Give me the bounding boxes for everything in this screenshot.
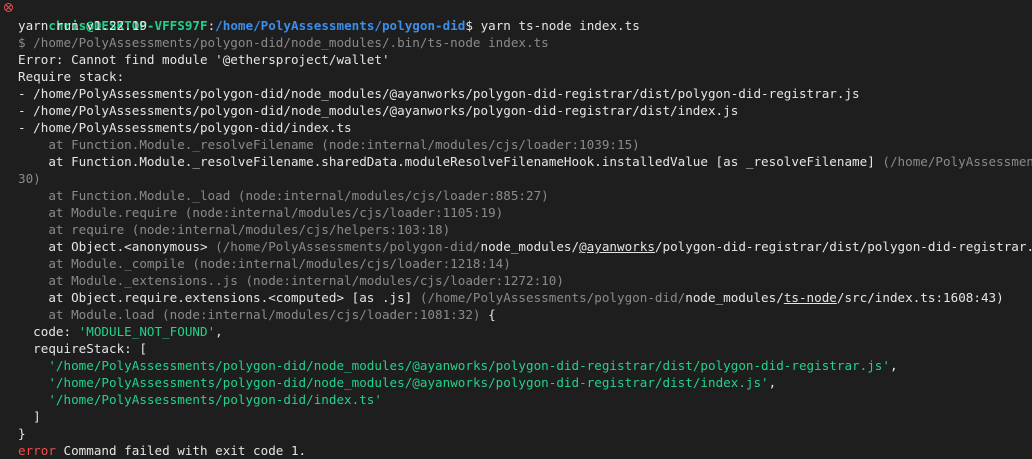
stack-frame-package-link[interactable]: @ayanworks: [579, 239, 655, 254]
require-stack-item: '/home/PolyAssessments/polygon-did/node_…: [0, 374, 1032, 391]
stack-frame-location: (/home/PolyAssessments/polygon-did/: [215, 239, 481, 254]
stack-frame: at Object.require.extensions.<computed> …: [0, 289, 1032, 306]
stack-frame: at require (node:internal/modules/cjs/he…: [18, 222, 451, 237]
prompt-line: chris@DESKTOP-VFFS97F:/home/PolyAssessme…: [0, 0, 1032, 33]
punctuation: ,: [889, 358, 898, 373]
stack-frame-location: node_modules/: [685, 290, 784, 305]
stack-frame-call: at Function.Module._resolveFilename.shar…: [18, 154, 883, 169]
output-line: - /home/PolyAssessments/polygon-did/node…: [18, 86, 860, 101]
stack-frame-location: /src/index.ts:1608:43): [836, 290, 1004, 305]
array-close-bracket: ]: [18, 409, 41, 424]
require-stack-path: '/home/PolyAssessments/polygon-did/node_…: [48, 358, 890, 373]
stack-frame-location: (/home/PolyAssessments/polygon-did/node_…: [882, 154, 1032, 169]
stack-frame-package-link[interactable]: ts-node: [784, 290, 837, 305]
error-label: error: [18, 443, 56, 458]
punctuation: ,: [215, 324, 223, 339]
error-message: Command failed with exit code 1.: [55, 443, 307, 458]
stack-frame-call: at Module.load (node:internal/modules/cj…: [18, 307, 481, 322]
final-error-line: error Command failed with exit code 1.: [0, 442, 1032, 459]
output-line: Require stack:: [18, 69, 125, 84]
output-line: $ /home/PolyAssessments/polygon-did/node…: [18, 35, 549, 50]
stack-frame-location: /polygon-did-registrar/dist/polygon-did-…: [654, 239, 1032, 254]
output-line: yarn run v1.22.19: [18, 18, 147, 33]
stack-frame-call: at Object.<anonymous>: [18, 239, 216, 254]
stack-frame-wrap: 30): [18, 171, 41, 186]
output-line: - /home/PolyAssessments/polygon-did/inde…: [18, 120, 352, 135]
stack-frame: at Function.Module._resolveFilename (nod…: [18, 137, 640, 152]
stack-frame-location: node_modules/: [480, 239, 580, 254]
stack-frame-call: at Object.require.extensions.<computed> …: [18, 290, 420, 305]
stack-frame-location: (/home/PolyAssessments/polygon-did/: [419, 290, 686, 305]
require-stack-key: requireStack: [: [18, 341, 147, 356]
error-code-key: code:: [18, 324, 79, 339]
stack-frame: at Module.require (node:internal/modules…: [18, 205, 504, 220]
stack-frame: at Module._compile (node:internal/module…: [18, 256, 511, 271]
object-close-brace: }: [18, 426, 26, 441]
output-line: - /home/PolyAssessments/polygon-did/node…: [18, 103, 739, 118]
stack-frame: at Function.Module._load (node:internal/…: [18, 188, 549, 203]
error-code-line: code: 'MODULE_NOT_FOUND',: [0, 323, 1032, 340]
require-stack-item: '/home/PolyAssessments/polygon-did/index…: [0, 391, 1032, 408]
stack-frame: at Function.Module._resolveFilename.shar…: [0, 153, 1032, 170]
stack-frame: at Object.<anonymous> (/home/PolyAssessm…: [0, 238, 1032, 255]
output-line: Error: Cannot find module '@ethersprojec…: [18, 52, 390, 67]
require-stack-path: '/home/PolyAssessments/polygon-did/node_…: [48, 375, 769, 390]
stack-frame: at Module._extensions..js (node:internal…: [18, 273, 564, 288]
require-stack-item: '/home/PolyAssessments/polygon-did/node_…: [0, 357, 1032, 374]
punctuation: ,: [768, 375, 777, 390]
stack-frame: at Module.load (node:internal/modules/cj…: [0, 306, 1032, 323]
error-code-value: 'MODULE_NOT_FOUND': [78, 324, 216, 339]
terminal-output[interactable]: chris@DESKTOP-VFFS97F:/home/PolyAssessme…: [0, 0, 1032, 459]
object-open-brace: {: [480, 307, 496, 322]
require-stack-path: '/home/PolyAssessments/polygon-did/index…: [48, 392, 382, 407]
error-circle-x-icon[interactable]: [4, 3, 13, 12]
